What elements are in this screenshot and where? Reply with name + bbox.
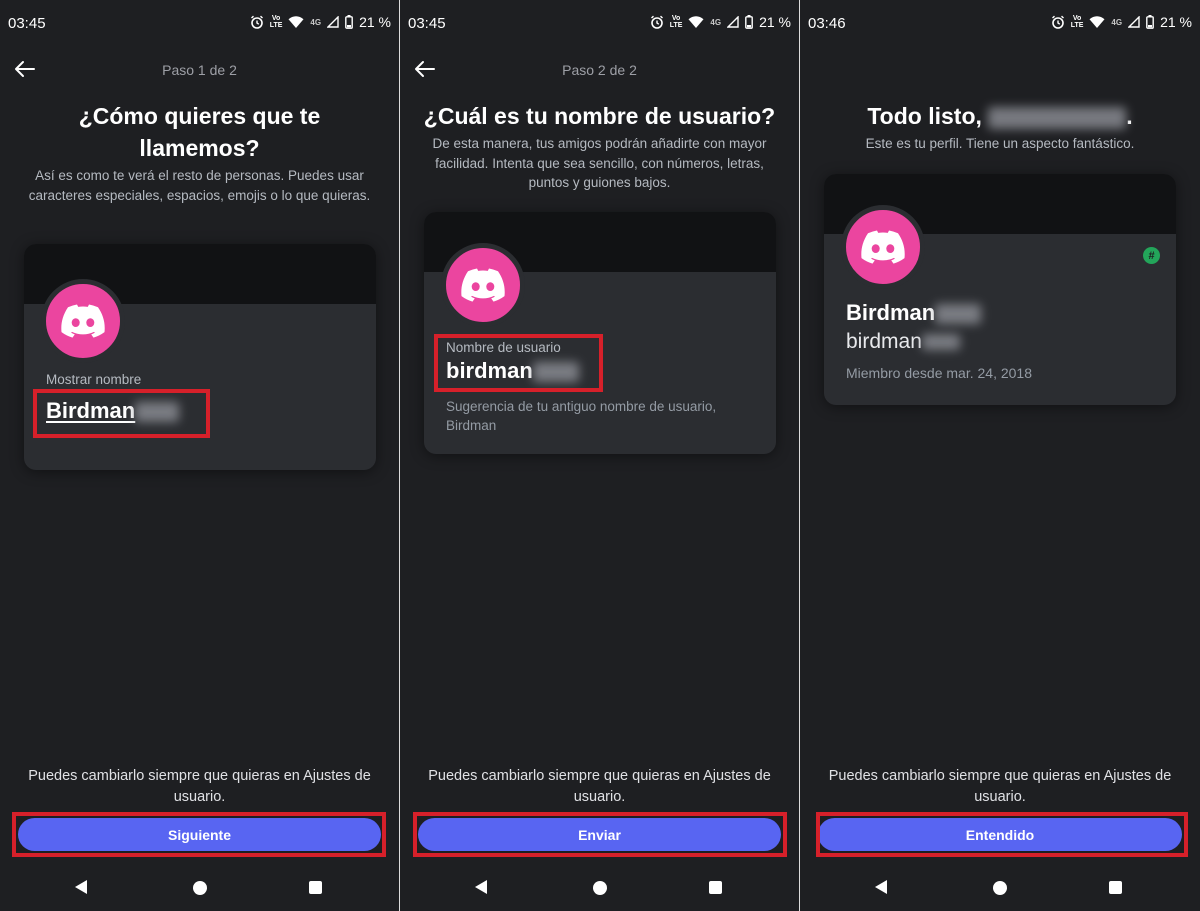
screenshot-composite: 03:45 Vo LTE 4G 21 % Paso 1 de 2 ¿Cómo qu… — [0, 0, 1200, 911]
suggestion-line-1: Sugerencia de tu antiguo nombre de usuar… — [446, 399, 717, 414]
nav-back-icon[interactable] — [475, 880, 487, 894]
nav-recents-icon[interactable] — [1109, 881, 1122, 894]
redacted-text — [988, 106, 1127, 129]
profile-display-name: Birdman — [846, 300, 982, 326]
page-description: Así es como te verá el resto de personas… — [28, 168, 371, 203]
signal-icon — [727, 16, 739, 28]
suggestion-line-2: Birdman — [446, 418, 497, 433]
status-bar: 03:45 Vo LTE 4G 21 % — [0, 0, 399, 48]
avatar — [441, 243, 525, 327]
nav-home-icon[interactable] — [993, 881, 1007, 895]
status-bar: 03:45 Vo LTE 4G 21 % — [400, 0, 799, 48]
page-title: ¿Cuál es tu nombre de usuario? — [423, 103, 776, 129]
page-description: De esta manera, tus amigos podrán añadir… — [432, 136, 767, 190]
android-nav-bar — [800, 872, 1200, 904]
profile-card: # Birdman birdman Miembro desde mar. 24,… — [824, 174, 1176, 405]
settings-footnote: Puedes cambiarlo siempre que quieras en … — [428, 768, 771, 805]
nav-home-icon[interactable] — [593, 881, 607, 895]
status-time: 03:45 — [408, 15, 446, 32]
step-indicator: Paso 2 de 2 — [562, 62, 637, 78]
battery-icon — [745, 15, 753, 29]
page-subtitle: Este es tu perfil. Tiene un aspecto fant… — [865, 136, 1135, 151]
android-nav-bar — [0, 872, 399, 904]
highlight-box — [816, 812, 1188, 857]
nav-recents-icon[interactable] — [709, 881, 722, 894]
status-time: 03:45 — [8, 15, 46, 32]
status-icons: Vo LTE 4G 21 % — [250, 14, 391, 30]
discord-logo-icon — [861, 230, 905, 264]
volte-icon: Vo LTE — [269, 15, 283, 29]
highlight-box — [12, 812, 386, 857]
wifi-icon — [688, 15, 704, 28]
signal-icon — [1128, 16, 1140, 28]
battery-percent: 21 % — [1160, 14, 1192, 30]
hashtag-badge-icon: # — [1143, 247, 1160, 264]
screen-username: 03:45 Vo LTE 4G 21 % Paso 2 de 2 ¿Cuál es… — [400, 0, 799, 911]
network-type-label: 4G — [1111, 17, 1123, 27]
volte-icon: Vo LTE — [669, 15, 683, 29]
battery-percent: 21 % — [359, 14, 391, 30]
page-title: Todo listo, . — [820, 100, 1180, 132]
settings-footnote: Puedes cambiarlo siempre que quieras en … — [28, 768, 371, 805]
wifi-icon — [1089, 15, 1105, 28]
alarm-icon — [650, 15, 663, 29]
battery-icon — [345, 15, 353, 29]
avatar — [41, 279, 125, 363]
step-indicator: Paso 1 de 2 — [162, 62, 237, 78]
network-type-label: 4G — [710, 17, 722, 27]
redacted-text — [935, 304, 982, 325]
discord-logo-icon — [61, 304, 105, 338]
display-name-value: Birdman — [846, 300, 936, 325]
title-period: . — [1126, 103, 1133, 129]
signal-icon — [327, 16, 339, 28]
highlight-box — [33, 389, 210, 438]
title-text: Todo listo, — [867, 103, 982, 129]
alarm-icon — [250, 15, 263, 29]
redacted-text — [921, 334, 960, 351]
discord-logo-icon — [461, 268, 505, 302]
wifi-icon — [288, 15, 304, 28]
status-time: 03:46 — [808, 15, 846, 32]
volte-icon: Vo LTE — [1070, 15, 1084, 29]
avatar — [841, 205, 925, 289]
screen-display-name: 03:45 Vo LTE 4G 21 % Paso 1 de 2 ¿Cómo qu… — [0, 0, 399, 911]
nav-recents-icon[interactable] — [309, 881, 322, 894]
profile-username: birdman — [846, 330, 960, 354]
android-nav-bar — [400, 872, 799, 904]
display-name-label: Mostrar nombre — [46, 372, 142, 387]
member-since: Miembro desde mar. 24, 2018 — [846, 365, 1032, 381]
nav-back-icon[interactable] — [875, 880, 887, 894]
nav-back-icon[interactable] — [75, 880, 87, 894]
username-suggestion: Sugerencia de tu antiguo nombre de usuar… — [446, 397, 716, 435]
nav-home-icon[interactable] — [193, 881, 207, 895]
page-title: ¿Cómo quieres que te llamemos? — [78, 103, 321, 161]
screen-all-set: 03:46 Vo LTE 4G 21 % Todo listo, . Este e… — [800, 0, 1200, 911]
network-type-label: 4G — [310, 17, 322, 27]
status-icons: Vo LTE 4G 21 % — [650, 14, 791, 30]
battery-percent: 21 % — [759, 14, 791, 30]
highlight-box — [413, 812, 787, 857]
highlight-box — [434, 334, 603, 392]
settings-footnote: Puedes cambiarlo siempre que quieras en … — [828, 768, 1172, 805]
username-value: birdman — [846, 330, 922, 353]
status-icons: Vo LTE 4G 21 % — [1051, 14, 1192, 30]
battery-icon — [1146, 15, 1154, 29]
status-bar: 03:46 Vo LTE 4G 21 % — [800, 0, 1200, 48]
profile-preview-card: Nombre de usuario birdman Sugerencia de … — [424, 212, 776, 454]
alarm-icon — [1051, 15, 1064, 29]
